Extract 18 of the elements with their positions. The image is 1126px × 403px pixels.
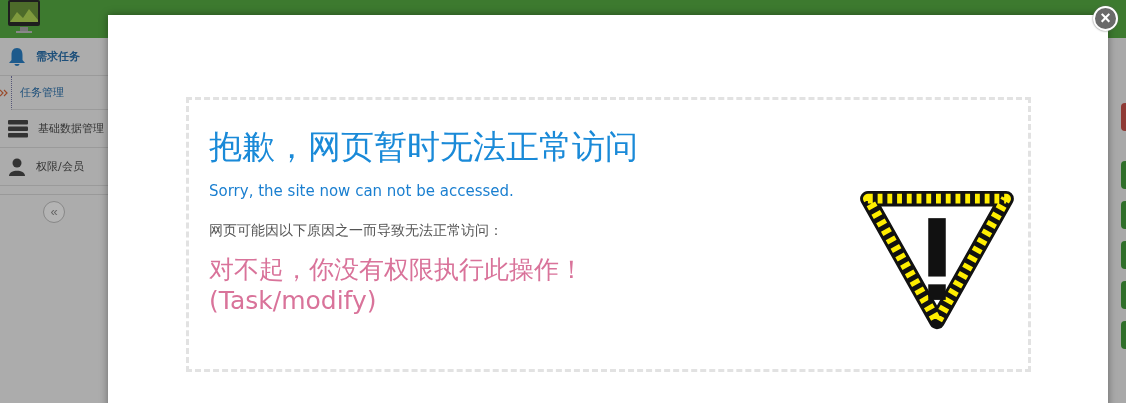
user-icon (8, 157, 26, 176)
error-detail: (Task/modify) (209, 285, 378, 316)
sidebar-item[interactable]: 基础数据管理 (0, 110, 108, 148)
action-button[interactable] (1121, 241, 1126, 269)
action-button[interactable] (1121, 281, 1126, 309)
monitor-icon (7, 0, 41, 34)
action-button[interactable] (1121, 103, 1126, 131)
error-subtitle: Sorry, the site now can not be accessed. (209, 182, 515, 200)
action-button[interactable] (1121, 201, 1126, 229)
reason-intro: 网页可能因以下原因之一而导致无法正常访问： (209, 222, 504, 240)
server-icon (8, 119, 28, 138)
bell-icon (8, 46, 26, 67)
collapse-button[interactable]: « (43, 201, 65, 223)
chevron-icon (0, 88, 8, 97)
error-title: 抱歉，网页暂时无法正常访问 (209, 126, 638, 168)
action-button[interactable] (1121, 321, 1126, 349)
action-button[interactable] (1121, 161, 1126, 189)
error-message: 对不起，你没有权限执行此操作！ (209, 254, 585, 285)
